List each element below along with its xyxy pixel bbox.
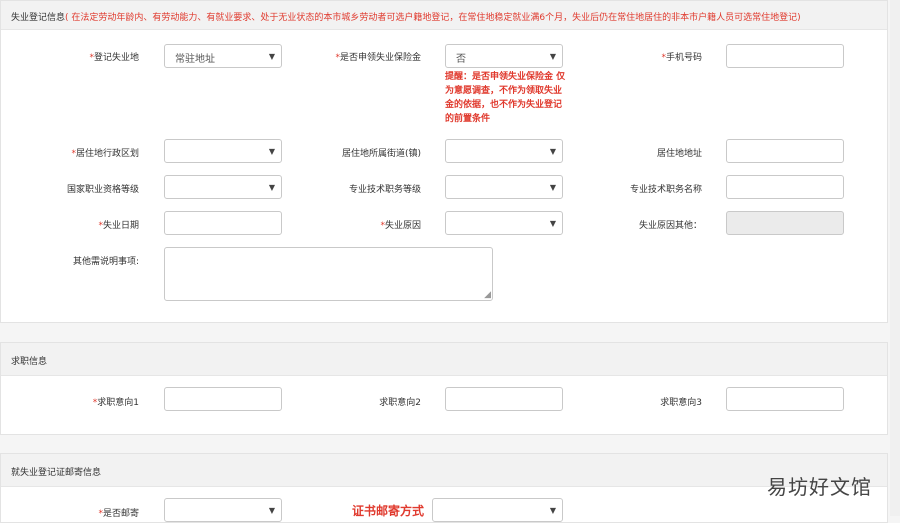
- intent2-label: 求职意向2: [379, 398, 421, 408]
- street-select[interactable]: ▼: [445, 139, 563, 163]
- phone-label: *手机号码: [661, 53, 702, 63]
- mail-method-select[interactable]: ▼: [432, 498, 563, 522]
- section-note: ( 在法定劳动年龄内、有劳动能力、有就业要求、处于无业状态的本市城乡劳动者可选户…: [65, 13, 801, 23]
- intent3-input[interactable]: [726, 387, 844, 411]
- reg-place-value: 常驻地址: [175, 54, 215, 65]
- intent2-input[interactable]: [445, 387, 563, 411]
- tech-level-label: 专业技术职务等级: [348, 185, 421, 195]
- section-title: 失业登记信息: [11, 13, 66, 23]
- intent3-label: 求职意向3: [660, 398, 702, 408]
- insurance-warning: 提醒：是否申领失业保险金 仅为意愿调查，不作为领取失业金的依据，也不作为失业登记…: [445, 72, 566, 124]
- chevron-down-icon: ▼: [549, 147, 556, 156]
- date-label: *失业日期: [98, 221, 139, 231]
- reg-place-label: *登记失业地: [89, 53, 139, 63]
- chevron-down-icon: ▼: [549, 219, 556, 228]
- mail-label: *是否邮寄: [98, 509, 139, 519]
- resize-grip-icon[interactable]: ◢: [484, 290, 491, 300]
- cert-select[interactable]: ▼: [164, 175, 282, 199]
- cert-label: 国家职业资格等级: [66, 185, 139, 195]
- district-label: *居住地行政区划: [71, 149, 139, 159]
- chevron-down-icon: ▼: [549, 506, 556, 515]
- insurance-select[interactable]: 否 ▼: [445, 44, 563, 68]
- intent1-label: *求职意向1: [92, 398, 139, 408]
- section-title: 求职信息: [11, 357, 48, 367]
- unemployment-registration-header: 失业登记信息( 在法定劳动年龄内、有劳动能力、有就业要求、处于无业状态的本市城乡…: [1, 1, 887, 30]
- mail-select[interactable]: ▼: [164, 498, 282, 522]
- address-label: 居住地地址: [656, 149, 702, 159]
- notes-label: 其他需说明事项:: [72, 257, 139, 267]
- chevron-down-icon: ▼: [549, 52, 556, 61]
- intent1-input[interactable]: [164, 387, 282, 411]
- district-select[interactable]: ▼: [164, 139, 282, 163]
- chevron-down-icon: ▼: [268, 183, 275, 192]
- vertical-scrollbar[interactable]: [890, 0, 900, 516]
- unemployment-registration-panel: 失业登记信息( 在法定劳动年龄内、有劳动能力、有就业要求、处于无业状态的本市城乡…: [0, 0, 888, 323]
- certificate-mailing-panel: 就失业登记证邮寄信息 *是否邮寄 ▼ 证书邮寄方式 ▼: [0, 453, 888, 523]
- reason-select[interactable]: ▼: [445, 211, 563, 235]
- tech-name-input[interactable]: [726, 175, 844, 199]
- phone-input[interactable]: [726, 44, 844, 68]
- reason-other-label: 失业原因其他：: [638, 221, 702, 231]
- insurance-label: *是否申领失业保险金: [335, 53, 421, 63]
- tech-name-label: 专业技术职务名称: [629, 185, 702, 195]
- section-title: 就失业登记证邮寄信息: [11, 468, 102, 478]
- notes-textarea[interactable]: ◢: [164, 247, 493, 301]
- watermark: 易坊好文馆: [767, 475, 872, 499]
- reason-other-input: [726, 211, 844, 235]
- chevron-down-icon: ▼: [268, 506, 275, 515]
- address-input[interactable]: [726, 139, 844, 163]
- job-seeking-panel: 求职信息 *求职意向1 求职意向2 求职意向3: [0, 342, 888, 435]
- job-seeking-header: 求职信息: [1, 343, 887, 376]
- tech-level-select[interactable]: ▼: [445, 175, 563, 199]
- date-input[interactable]: [164, 211, 282, 235]
- reg-place-select[interactable]: 常驻地址 ▼: [164, 44, 282, 68]
- certificate-mailing-header: 就失业登记证邮寄信息: [1, 454, 887, 487]
- chevron-down-icon: ▼: [268, 147, 275, 156]
- insurance-value: 否: [456, 54, 466, 65]
- mail-method-label: 证书邮寄方式: [352, 504, 425, 518]
- chevron-down-icon: ▼: [268, 52, 275, 61]
- chevron-down-icon: ▼: [549, 183, 556, 192]
- reason-label: *失业原因: [380, 221, 421, 231]
- street-label: 居住地所属街道(镇): [341, 149, 421, 159]
